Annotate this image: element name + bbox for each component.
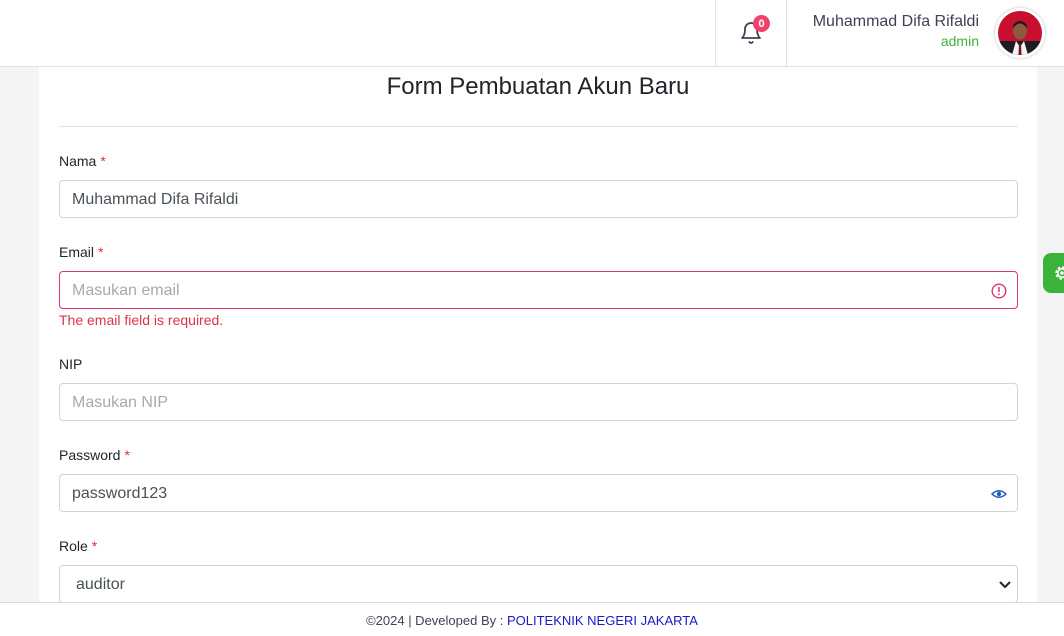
email-label: Email * — [59, 244, 104, 260]
footer-text: ©2024 | Developed By : — [366, 613, 507, 628]
user-name[interactable]: Muhammad Difa Rifaldi — [813, 13, 979, 31]
email-field[interactable]: Masukan email — [59, 271, 1018, 309]
error-circle-icon — [991, 283, 1007, 299]
user-avatar-icon — [998, 11, 1042, 55]
email-error-message: The email field is required. — [59, 312, 224, 328]
password-field[interactable]: password123 — [59, 474, 1018, 512]
required-mark: * — [100, 153, 106, 169]
eye-icon[interactable] — [991, 486, 1007, 502]
email-placeholder: Masukan email — [72, 282, 180, 299]
nip-placeholder: Masukan NIP — [72, 394, 169, 411]
nip-label: NIP — [59, 356, 83, 372]
footer: ©2024 | Developed By : POLITEKNIK NEGERI… — [0, 602, 1064, 636]
password-label: Password * — [59, 447, 130, 463]
user-role: admin — [940, 33, 979, 49]
required-mark: * — [98, 244, 104, 260]
nama-label: Nama * — [59, 153, 106, 169]
required-mark: * — [124, 447, 130, 463]
settings-side-tab[interactable] — [1043, 253, 1064, 293]
divider — [59, 126, 1018, 127]
chevron-down-icon — [999, 581, 1011, 588]
notification-count-badge: 0 — [753, 15, 770, 32]
top-navbar: 0 Muhammad Difa Rifaldi admin — [0, 0, 1064, 67]
form-card: Form Pembuatan Akun Baru Nama * Muhammad … — [39, 67, 1037, 607]
role-label: Role * — [59, 538, 98, 554]
nip-field[interactable]: Masukan NIP — [59, 383, 1018, 421]
role-select[interactable]: auditor — [59, 565, 1018, 603]
password-value: password123 — [72, 485, 168, 502]
role-selected-value: auditor — [76, 576, 125, 593]
nama-field[interactable]: Muhammad Difa Rifaldi — [59, 180, 1018, 218]
footer-link[interactable]: POLITEKNIK NEGERI JAKARTA — [507, 613, 698, 628]
notification-button[interactable]: 0 — [715, 0, 787, 66]
page-title: Form Pembuatan Akun Baru — [386, 73, 690, 100]
gear-icon — [1055, 266, 1064, 280]
nama-value: Muhammad Difa Rifaldi — [72, 191, 239, 208]
required-mark: * — [91, 538, 98, 554]
avatar[interactable] — [995, 8, 1045, 58]
